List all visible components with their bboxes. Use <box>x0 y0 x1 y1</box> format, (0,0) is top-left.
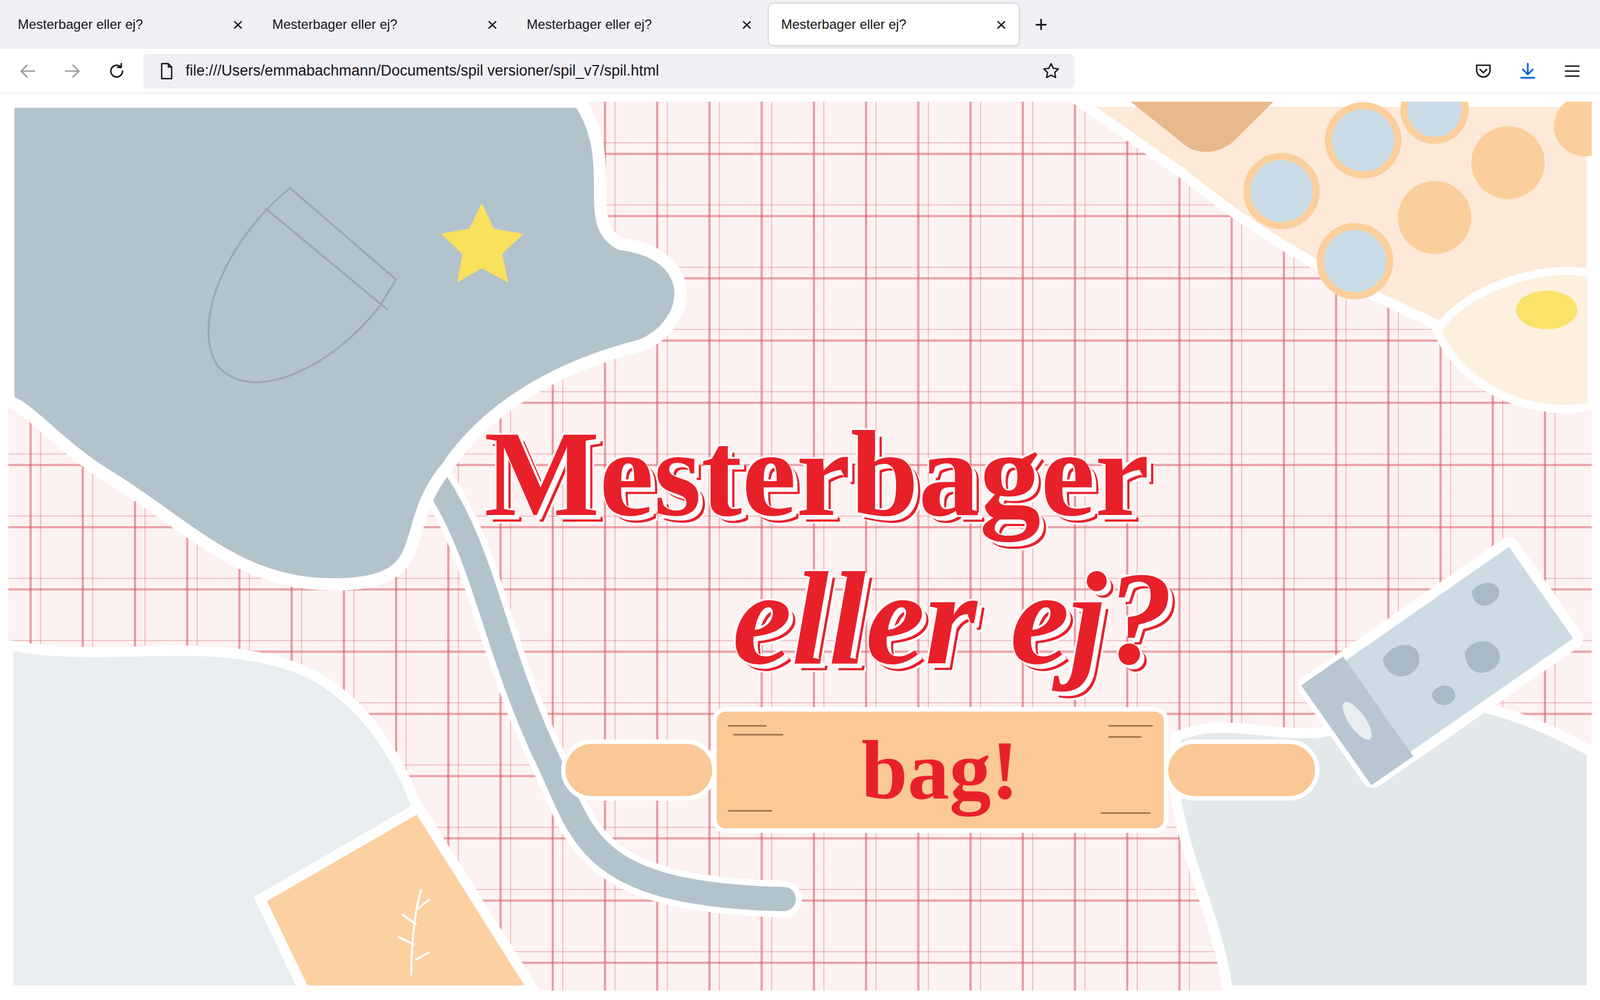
back-button[interactable] <box>10 53 46 89</box>
menu-button[interactable] <box>1554 53 1590 89</box>
game-canvas: Mesterbager eller ej? bag! <box>8 101 1592 991</box>
reload-button[interactable] <box>98 53 135 89</box>
egg <box>1436 271 1592 409</box>
page-icon <box>156 61 177 82</box>
star-bookmark-icon[interactable] <box>1041 61 1062 82</box>
rolling-pin-start-button[interactable]: bag! <box>561 707 1320 833</box>
pocket-button[interactable] <box>1465 53 1502 89</box>
hamburger-menu-icon <box>1562 61 1583 82</box>
tab-list: Mesterbager eller ej?×Mesterbager eller … <box>5 3 1019 45</box>
start-button-label[interactable]: bag! <box>838 718 1041 822</box>
tab-title: Mesterbager eller ej? <box>526 14 652 35</box>
browser-tab[interactable]: Mesterbager eller ej? × <box>514 3 765 45</box>
tab-strip: Mesterbager eller ej?×Mesterbager eller … <box>0 0 1600 49</box>
flour-bag <box>260 807 534 991</box>
butter-package <box>1301 540 1580 786</box>
downloads-button[interactable] <box>1510 53 1546 89</box>
back-arrow-icon <box>17 61 38 82</box>
new-tab-button[interactable]: + <box>1023 13 1059 36</box>
tab-close-button[interactable]: × <box>486 15 498 34</box>
forward-button[interactable] <box>54 53 90 89</box>
game-title-line-1: Mesterbager <box>483 412 1149 535</box>
yellow-star <box>441 203 524 283</box>
rolling-pin-left-handle <box>561 739 717 801</box>
reload-icon <box>106 61 127 82</box>
tab-title: Mesterbager eller ej? <box>272 14 398 35</box>
rolling-pin-body[interactable]: bag! <box>712 707 1169 833</box>
game-title-line-2: eller ej? <box>732 551 1173 685</box>
tab-close-button[interactable]: × <box>232 15 244 34</box>
navigation-toolbar: file:///Users/emmabachmann/Documents/spi… <box>0 48 1600 94</box>
tab-title: Mesterbager eller ej? <box>17 14 143 35</box>
browser-tab[interactable]: Mesterbager eller ej? × <box>768 3 1019 45</box>
kitchen-table-illustration <box>8 101 1592 991</box>
browser-tab[interactable]: Mesterbager eller ej? × <box>5 3 256 45</box>
forward-arrow-icon <box>62 61 83 82</box>
pocket-icon <box>1473 61 1494 82</box>
tab-title: Mesterbager eller ej? <box>781 14 907 35</box>
address-bar[interactable]: file:///Users/emmabachmann/Documents/spi… <box>143 53 1075 89</box>
title-screen: Mesterbager eller ej? bag! <box>8 101 1592 833</box>
tab-close-button[interactable]: × <box>995 15 1007 34</box>
url-text: file:///Users/emmabachmann/Documents/spi… <box>185 59 1033 83</box>
rolling-pin-right-handle <box>1163 739 1320 801</box>
download-icon <box>1517 61 1538 82</box>
tab-close-button[interactable]: × <box>741 15 753 34</box>
browser-tab[interactable]: Mesterbager eller ej? × <box>260 3 510 45</box>
